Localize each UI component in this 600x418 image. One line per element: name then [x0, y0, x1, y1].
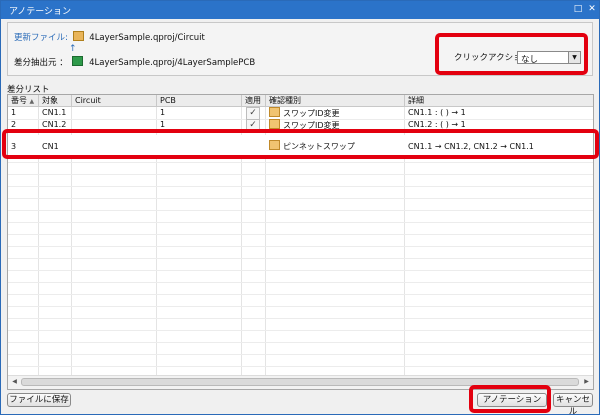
dialog-content: 更新ファイル: 4LayerSample.qproj/Circuit ↑ 差分抽… [2, 22, 599, 417]
up-arrow-icon: ↑ [69, 44, 77, 54]
column-header-no[interactable]: 番号 ▲ [8, 95, 39, 106]
row-divider [8, 330, 593, 331]
cell-pcb: 1 [160, 108, 166, 117]
cell-no: 1 [11, 108, 17, 117]
row-divider [8, 222, 593, 223]
swap-type-icon [269, 107, 280, 117]
table-header: 番号 ▲ 対象 Circuit PCB 適用 確認種別 詳細 [8, 95, 593, 107]
column-header-applied[interactable]: 適用 [242, 95, 266, 106]
annotation-dialog: アノテーション □ ✕ 更新ファイル: 4LayerSample.qproj/C… [0, 0, 600, 417]
row-divider [8, 342, 593, 343]
diff-source-label: 差分抽出元 ： [14, 58, 68, 68]
cell-type-text: スワップID変更 [283, 109, 340, 118]
update-file-value: 4LayerSample.qproj/Circuit [89, 33, 205, 43]
row-divider [8, 198, 593, 199]
pcb-file-icon [72, 56, 84, 66]
close-button[interactable]: ✕ [585, 3, 599, 16]
row-divider [8, 354, 593, 355]
row-divider [8, 258, 593, 259]
column-header-detail[interactable]: 詳細 [405, 95, 593, 106]
save-to-file-button[interactable]: ファイルに保存 [7, 393, 71, 407]
cell-type: スワップID変更 [266, 107, 405, 119]
window-title: アノテーション [9, 7, 72, 17]
annotate-button-highlight [469, 385, 551, 413]
diff-source-row: 差分抽出元 ： 4LayerSample.qproj/4LayerSampleP… [14, 56, 255, 68]
row-divider [8, 234, 593, 235]
cancel-button[interactable]: キャンセル [553, 393, 593, 417]
scroll-right-icon[interactable]: ▶ [581, 377, 592, 387]
title-bar: アノテーション □ ✕ [1, 1, 599, 19]
row-divider [8, 294, 593, 295]
row-highlight [2, 129, 599, 159]
column-header-type[interactable]: 確認種別 [266, 95, 405, 106]
sort-ascending-icon: ▲ [29, 98, 35, 105]
column-header-pcb[interactable]: PCB [157, 95, 242, 106]
row-divider [8, 306, 593, 307]
row-divider [8, 318, 593, 319]
cell-circuit [72, 107, 157, 119]
circuit-file-icon [72, 31, 84, 41]
column-header-target[interactable]: 対象 [39, 95, 72, 106]
row-divider [8, 174, 593, 175]
diff-source-value: 4LayerSample.qproj/4LayerSamplePCB [89, 58, 256, 68]
cell-detail: CN1.1 : ( ) → 1 [408, 108, 466, 117]
row-divider [8, 246, 593, 247]
column-header-label: 番号 [11, 96, 27, 105]
row-divider [8, 270, 593, 271]
column-header-circuit[interactable]: Circuit [72, 95, 157, 106]
maximize-button[interactable]: □ [571, 3, 585, 16]
checkmark-icon[interactable]: ✓ [246, 107, 260, 119]
swap-type-icon [269, 119, 280, 129]
update-file-label: 更新ファイル: [14, 33, 68, 43]
update-file-row: 更新ファイル: 4LayerSample.qproj/Circuit [14, 31, 205, 43]
cell-applied[interactable]: ✓ [242, 107, 266, 119]
click-action-highlight [435, 33, 588, 75]
row-divider [8, 282, 593, 283]
row-divider [8, 210, 593, 211]
table-row[interactable]: 1 CN1.1 1 ✓ スワップID変更 CN1.1 : ( ) → 1 [8, 107, 593, 119]
scroll-left-icon[interactable]: ◀ [9, 377, 20, 387]
row-divider [8, 186, 593, 187]
row-divider [8, 366, 593, 367]
cell-target: CN1.1 [42, 108, 67, 117]
row-divider [8, 162, 593, 163]
